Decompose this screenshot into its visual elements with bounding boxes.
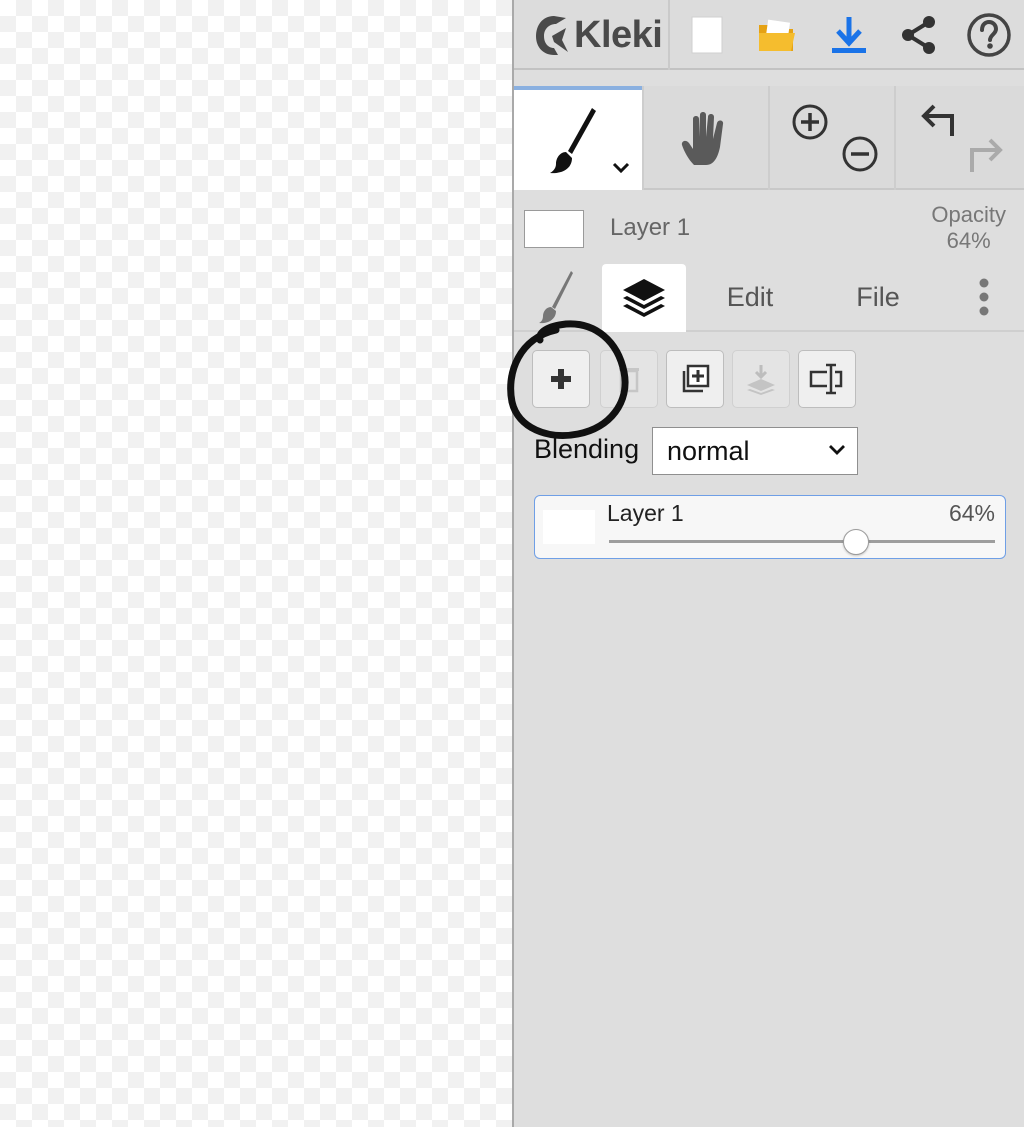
- current-layer-name: Layer 1: [610, 214, 691, 241]
- current-layer-info: Layer 1 Opacity 64%: [514, 192, 1024, 262]
- rename-icon: [809, 363, 843, 395]
- brush-tab-icon: [539, 271, 573, 324]
- history-controls: [896, 86, 1024, 190]
- open-image-button[interactable]: [744, 0, 810, 70]
- delete-layer-button[interactable]: [600, 350, 658, 408]
- layer-thumbnail: [543, 510, 595, 544]
- brush-icon: [550, 108, 596, 174]
- duplicate-layer-button[interactable]: [666, 350, 724, 408]
- blending-mode-select[interactable]: normal: [652, 427, 858, 475]
- undo-icon[interactable]: [918, 102, 958, 142]
- panel-tabs: Edit File: [514, 262, 1024, 332]
- chevron-down-icon: [829, 445, 845, 455]
- tool-row: [514, 86, 1024, 190]
- save-image-button[interactable]: [816, 0, 882, 70]
- zoom-in-icon[interactable]: [790, 102, 830, 142]
- rename-layer-button[interactable]: [798, 350, 856, 408]
- zoom-controls: [770, 86, 896, 190]
- layer-item-name: Layer 1: [607, 500, 684, 526]
- help-button[interactable]: [956, 0, 1022, 70]
- opacity-value: 64%: [946, 228, 991, 253]
- tab-edit[interactable]: Edit: [686, 262, 814, 332]
- layer-opacity-slider-knob[interactable]: [843, 529, 870, 555]
- hand-tool-button[interactable]: [642, 86, 770, 190]
- tab-layers[interactable]: [602, 264, 686, 332]
- more-vertical-icon: [979, 278, 989, 316]
- new-document-icon: [691, 16, 723, 54]
- chevron-down-icon[interactable]: [612, 162, 630, 174]
- layers-icon: [623, 279, 665, 317]
- trash-icon: [619, 368, 639, 393]
- side-panel: Kleki Layer 1 Opacity 64% Edit File Blen…: [512, 0, 1024, 1127]
- duplicate-icon: [682, 364, 710, 393]
- kleki-logo-icon: [536, 16, 568, 55]
- download-icon: [832, 17, 866, 53]
- top-toolbar: Kleki: [514, 0, 1024, 70]
- app-name: Kleki: [574, 13, 663, 56]
- share-button[interactable]: [886, 0, 952, 70]
- new-image-button[interactable]: [674, 0, 740, 70]
- blending-mode-value: normal: [667, 435, 750, 466]
- more-menu-button[interactable]: [944, 262, 1024, 332]
- merge-down-icon: [747, 365, 775, 395]
- share-icon: [902, 16, 935, 54]
- layer-list-item[interactable]: Layer 1 64%: [534, 495, 1006, 559]
- layer-item-opacity: 64%: [948, 500, 995, 526]
- blending-label: Blending: [534, 434, 640, 464]
- add-layer-button[interactable]: [532, 350, 590, 408]
- brush-tool-button[interactable]: [514, 86, 642, 190]
- opacity-label: Opacity: [931, 202, 1006, 227]
- help-icon: [967, 13, 1011, 57]
- hand-icon: [681, 112, 724, 165]
- opacity-readout: Opacity 64%: [931, 202, 1006, 254]
- zoom-out-icon[interactable]: [840, 134, 880, 174]
- folder-icon: [759, 19, 795, 51]
- drawing-canvas[interactable]: [0, 0, 512, 1127]
- merge-down-button[interactable]: [732, 350, 790, 408]
- layer-opacity-slider[interactable]: [609, 540, 995, 543]
- redo-icon[interactable]: [966, 132, 1006, 174]
- tab-brush[interactable]: [514, 262, 600, 332]
- kleki-logo[interactable]: Kleki: [514, 0, 670, 70]
- layer-preview-swatch: [524, 210, 584, 248]
- tab-file[interactable]: File: [814, 262, 942, 332]
- plus-icon: [551, 369, 571, 389]
